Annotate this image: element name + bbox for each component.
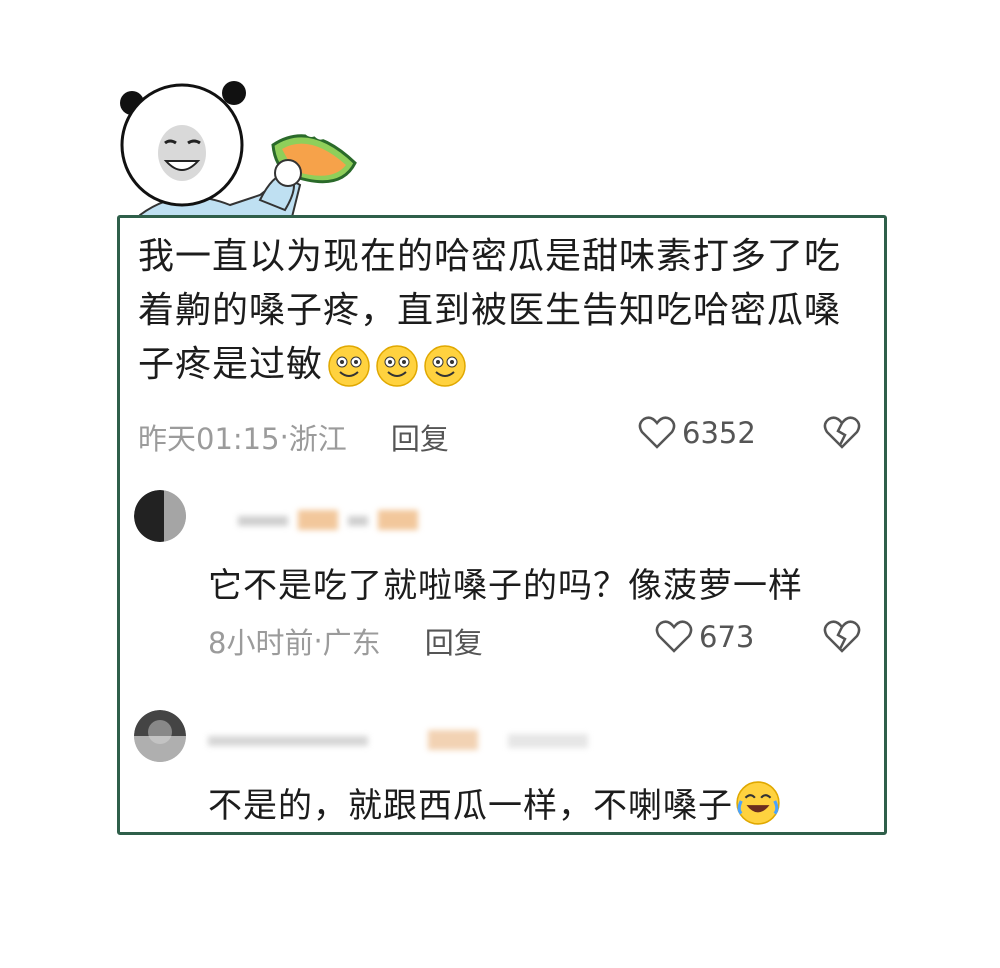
like-button[interactable]: 6352 (638, 416, 756, 450)
comment-time: 昨天01:15 (138, 422, 280, 456)
meta-separator: · (279, 420, 289, 454)
meta-separator: · (313, 624, 323, 658)
reply-text: 它不是吃了就啦嗓子的吗？像菠萝一样 (208, 566, 803, 606)
reply-body: 不是的，就跟西瓜一样，不喇嗓子 (208, 778, 781, 827)
reply-text: 不是的，就跟西瓜一样，不喇嗓子 (208, 786, 733, 826)
like-button[interactable]: 673 (655, 620, 754, 654)
smile-emoji-icon (328, 345, 370, 387)
comment-meta: 昨天01:15 · 浙江 回复 (138, 416, 449, 458)
comment-body: 我一直以为现在的哈密瓜是甜味素打多了吃着齁的嗓子疼，直到被医生告知吃哈密瓜嗓子疼… (138, 230, 858, 392)
broken-heart-icon[interactable] (823, 416, 861, 450)
smile-emoji-icon (424, 345, 466, 387)
comment-text: 我一直以为现在的哈密瓜是甜味素打多了吃着齁的嗓子疼，直到被医生告知吃哈密瓜嗓子疼… (138, 236, 842, 385)
smile-emoji-icon (376, 345, 418, 387)
avatar[interactable] (134, 490, 186, 542)
broken-heart-icon[interactable] (823, 620, 861, 654)
username-blurred (208, 730, 588, 750)
comment-card: 我一直以为现在的哈密瓜是甜味素打多了吃着齁的嗓子疼，直到被医生告知吃哈密瓜嗓子疼… (117, 215, 887, 835)
heart-outline-icon (655, 620, 693, 653)
mascot-sticker (120, 81, 357, 225)
comment-location: 浙江 (288, 422, 347, 456)
reply-location: 广东 (322, 626, 381, 660)
reply-meta: 8小时前 · 广东 回复 (208, 620, 483, 662)
avatar[interactable] (134, 710, 186, 762)
heart-outline-icon (638, 416, 676, 449)
reply-button[interactable]: 回复 (391, 416, 449, 458)
username-blurred (238, 510, 418, 530)
laugh-cry-emoji-icon (736, 780, 780, 825)
like-count: 673 (699, 620, 755, 654)
reply-time: 8小时前 (208, 626, 314, 660)
reply-button[interactable]: 回复 (425, 620, 483, 662)
like-count: 6352 (682, 416, 756, 450)
